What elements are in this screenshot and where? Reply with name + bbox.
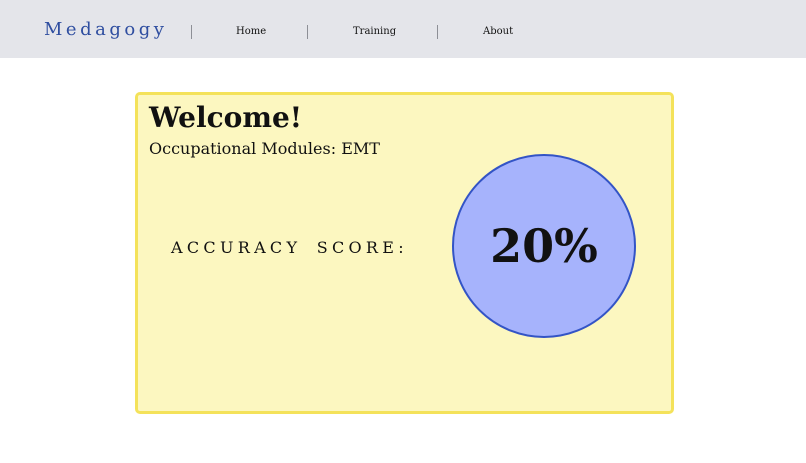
welcome-heading: Welcome! (149, 101, 303, 134)
accuracy-score-value: 20% (490, 219, 598, 273)
nav-separator (191, 25, 192, 39)
module-subtitle: Occupational Modules: EMT (149, 139, 380, 158)
nav-separator (437, 25, 438, 39)
brand-logo[interactable]: Medagogy (44, 19, 167, 40)
welcome-card: Welcome! Occupational Modules: EMT ACCUR… (135, 92, 674, 414)
nav-link-training[interactable]: Training (353, 26, 396, 37)
nav-link-home[interactable]: Home (236, 26, 266, 37)
nav-link-about[interactable]: About (483, 26, 513, 37)
accuracy-score-label: ACCURACY SCORE: (171, 238, 408, 257)
nav-separator (307, 25, 308, 39)
navbar: Medagogy Home Training About (0, 0, 806, 58)
score-circle: 20% (452, 154, 636, 338)
